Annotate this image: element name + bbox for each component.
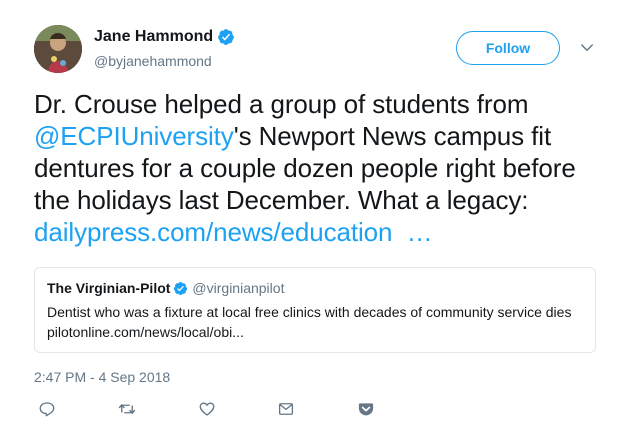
pocket-icon: [358, 403, 374, 416]
direct-message-button[interactable]: [275, 398, 297, 420]
display-name[interactable]: Jane Hammond: [94, 28, 213, 46]
avatar[interactable]: [34, 25, 82, 73]
quoted-display-name: The Virginian-Pilot: [47, 280, 171, 296]
like-button[interactable]: [196, 398, 218, 420]
reply-icon: [39, 402, 55, 417]
retweet-icon: [118, 404, 136, 414]
quoted-tweet-link: pilotonline.com/news/local/obi...: [47, 324, 244, 340]
quoted-tweet-header: The Virginian-Pilot @virginianpilot: [47, 280, 583, 296]
quoted-tweet-text: Dentist who was a fixture at local free …: [47, 302, 583, 342]
tweet-text-part: Dr. Crouse helped a group of students fr…: [34, 89, 529, 119]
user-name-row: Jane Hammond: [94, 28, 235, 46]
follow-button[interactable]: Follow: [456, 31, 560, 65]
verified-badge-icon: [174, 281, 188, 295]
external-link[interactable]: dailypress.com/news/education …: [34, 217, 433, 247]
direct-message-icon: [278, 403, 294, 415]
reply-button[interactable]: [36, 398, 58, 420]
tweet-actions: [34, 398, 394, 424]
tweet-text: Dr. Crouse helped a group of students fr…: [34, 88, 602, 248]
retweet-button[interactable]: [116, 398, 138, 420]
like-icon: [199, 402, 215, 416]
mention-link[interactable]: @ECPIUniversity: [34, 121, 234, 151]
pocket-button[interactable]: [355, 398, 377, 420]
quoted-tweet-body: Dentist who was a fixture at local free …: [47, 304, 572, 320]
verified-badge-icon: [218, 29, 235, 45]
tweet-timestamp[interactable]: 2:47 PM - 4 Sep 2018: [34, 369, 170, 385]
quoted-handle: @virginianpilot: [192, 280, 285, 296]
chevron-down-icon[interactable]: [578, 39, 596, 57]
avatar-image: [34, 25, 82, 73]
quoted-tweet-card[interactable]: The Virginian-Pilot @virginianpilot Dent…: [34, 267, 596, 353]
user-handle[interactable]: @byjanehammond: [94, 53, 212, 69]
